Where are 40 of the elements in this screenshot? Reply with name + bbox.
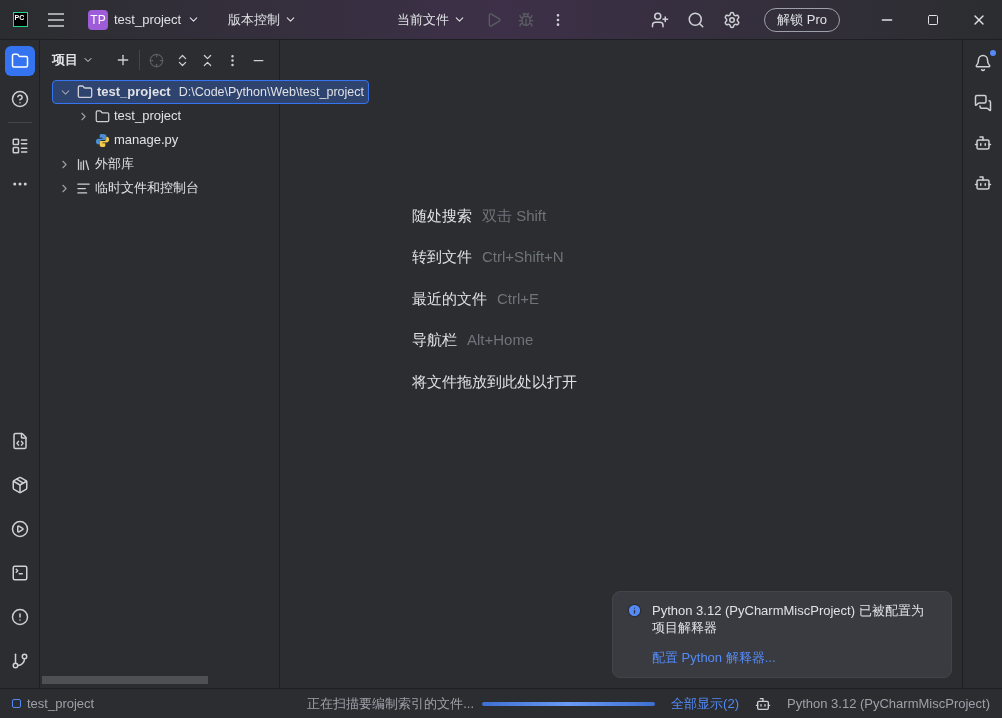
scratch-icon	[76, 180, 91, 196]
configure-link[interactable]: 配置 Python 解释器...	[652, 647, 936, 667]
folder-icon	[95, 108, 110, 124]
panel-title-dropdown[interactable]: 项目	[52, 50, 94, 70]
project-dropdown[interactable]: TP test_project	[84, 3, 205, 36]
hint-shortcut: Alt+Home	[467, 330, 534, 351]
tree-item[interactable]: 临时文件和控制台	[52, 176, 199, 200]
library-icon	[76, 156, 91, 172]
tree-item[interactable]: 外部库	[52, 152, 134, 176]
tree-item[interactable]: test_project D:\Code\Python\Web\test_project	[52, 80, 369, 104]
item-name: 外部库	[95, 155, 134, 174]
task-status: 正在扫描要编制索引的文件...	[307, 694, 475, 713]
item-name: test_project	[114, 107, 182, 126]
item-name: 临时文件和控制台	[95, 179, 199, 198]
scrollbar[interactable]	[42, 676, 208, 684]
hint-shortcut: Ctrl+Shift+N	[482, 247, 564, 268]
hint-action: 最近的文件	[412, 288, 487, 309]
tree-item[interactable]: test_project	[52, 104, 182, 128]
item-path: D:\Code\Python\Web\test_project	[178, 83, 364, 101]
hint-action: 随处搜索	[412, 205, 472, 226]
notification-message: Python 3.12 (PyCharmMiscProject) 已被配置为项目解释器	[652, 601, 925, 636]
robot-icon[interactable]	[755, 695, 771, 712]
hint-action: 导航栏	[412, 330, 457, 351]
project-badge: TP	[88, 9, 108, 30]
show-all-link[interactable]: 全部显示(2)	[671, 693, 739, 714]
info-icon	[627, 602, 642, 618]
folder-icon	[77, 84, 93, 100]
hint-action: 转到文件	[412, 247, 472, 268]
hint-shortcut: Ctrl+E	[497, 288, 540, 309]
vcs-dropdown[interactable]: 版本控制	[228, 9, 298, 30]
tree-item[interactable]: manage.py	[52, 128, 179, 152]
breadcrumb[interactable]: test_project	[27, 693, 95, 714]
interpreter-selector[interactable]: Python 3.12 (PyCharmMiscProject)	[787, 693, 990, 714]
hint-action: 将文件拖放到此处以打开	[412, 371, 577, 392]
item-name: manage.py	[114, 131, 179, 150]
run-config-dropdown[interactable]: 当前文件	[397, 9, 467, 30]
module-icon	[12, 699, 21, 708]
hint-shortcut: 双击 Shift	[482, 205, 547, 226]
folder-icon[interactable]	[4, 46, 35, 76]
item-name: test_project	[97, 83, 171, 102]
